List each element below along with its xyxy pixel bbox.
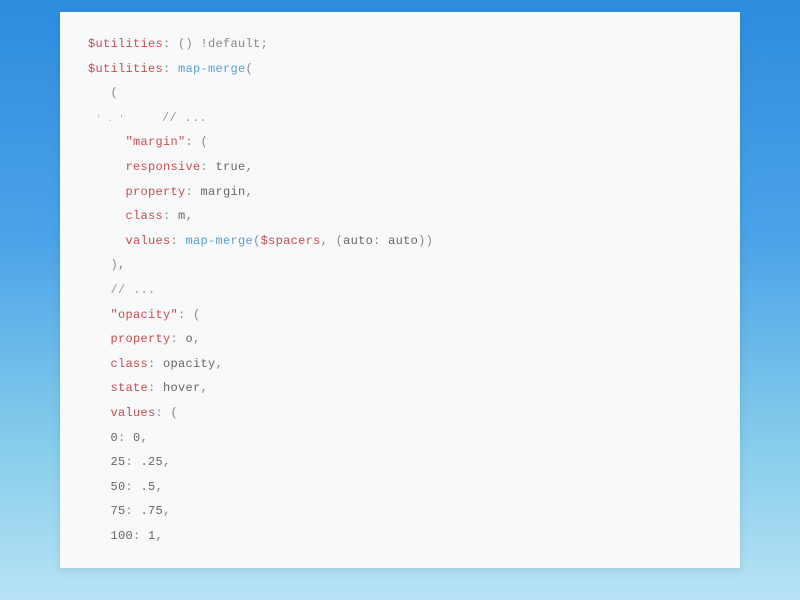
scss-string: "opacity" [111, 308, 179, 322]
code-block: $utilities: () !default; $utilities: map… [60, 12, 740, 568]
code-line-19: 50: .5, [88, 475, 712, 500]
code-line-9: values: map-merge($spacers, (auto: auto)… [88, 229, 712, 254]
code-line-13: property: o, [88, 327, 712, 352]
scss-variable: $utilities [88, 62, 163, 76]
code-line-20: 75: .75, [88, 499, 712, 524]
scss-property: property [126, 185, 186, 199]
scss-property: responsive [126, 160, 201, 174]
code-line-17: 0: 0, [88, 426, 712, 451]
code-line-4: ' . ' // ... [88, 106, 712, 131]
annotation: ' . ' [96, 114, 125, 124]
code-line-14: class: opacity, [88, 352, 712, 377]
scss-property: state [111, 381, 149, 395]
code-line-18: 25: .25, [88, 450, 712, 475]
code-line-1: $utilities: () !default; [88, 32, 712, 57]
scss-comment: // ... [162, 111, 207, 125]
code-line-8: class: m, [88, 204, 712, 229]
code-line-3: ( [88, 81, 712, 106]
code-line-2: $utilities: map-merge( [88, 57, 712, 82]
scss-property: class [126, 209, 164, 223]
code-line-5: "margin": ( [88, 130, 712, 155]
scss-function: map-merge [186, 234, 254, 248]
code-line-15: state: hover, [88, 376, 712, 401]
code-line-11: // ... [88, 278, 712, 303]
code-line-6: responsive: true, [88, 155, 712, 180]
scss-property: values [111, 406, 156, 420]
scss-property: class [111, 357, 149, 371]
scss-property: values [126, 234, 171, 248]
code-line-21: 100: 1, [88, 524, 712, 549]
code-line-7: property: margin, [88, 180, 712, 205]
scss-string: "margin" [126, 135, 186, 149]
scss-variable: $utilities [88, 37, 163, 51]
code-line-16: values: ( [88, 401, 712, 426]
scss-property: property [111, 332, 171, 346]
scss-function: map-merge [178, 62, 246, 76]
scss-comment: // ... [111, 283, 156, 297]
code-line-10: ), [88, 253, 712, 278]
code-line-12: "opacity": ( [88, 303, 712, 328]
